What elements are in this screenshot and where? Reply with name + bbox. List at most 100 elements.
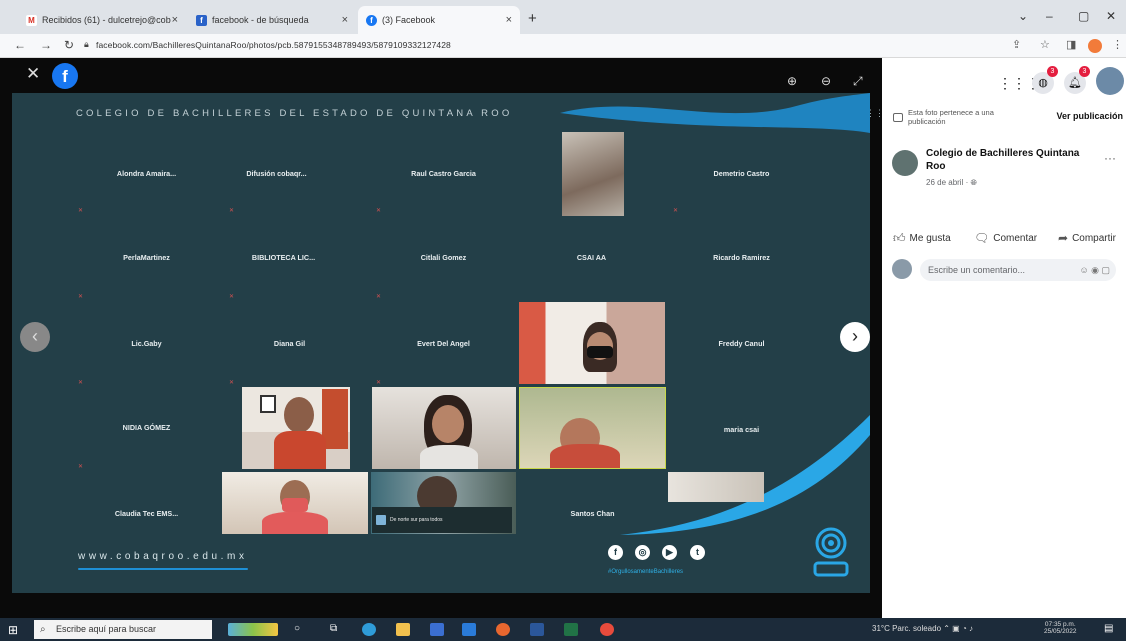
zoom-in-icon[interactable]: ⊕ bbox=[787, 74, 797, 88]
close-viewer-icon[interactable]: ✕ bbox=[26, 64, 40, 84]
url-field[interactable]: facebook.com/BachilleresQuintanaRoo/phot… bbox=[96, 40, 451, 50]
system-clock[interactable]: 07:35 p.m. 25/05/2022 bbox=[1044, 621, 1077, 635]
mic-off-icon: ✕ bbox=[673, 208, 679, 214]
windows-start-icon[interactable]: ⊞ bbox=[8, 623, 18, 637]
taskbar-search-input[interactable]: ⌕ Escribe aquí para buscar bbox=[34, 620, 212, 639]
forward-icon[interactable]: → bbox=[40, 38, 52, 52]
close-icon[interactable]: × bbox=[172, 14, 178, 26]
globe-icon: 🌐︎ bbox=[970, 178, 977, 187]
menu-dots-icon[interactable]: ⋮ bbox=[1112, 38, 1123, 51]
comment-button[interactable]: 🗨︎ Comentar bbox=[974, 231, 1037, 245]
facebook-icon: f bbox=[608, 545, 623, 560]
mic-off-icon: ✕ bbox=[229, 208, 235, 214]
mic-off-icon: ✕ bbox=[78, 380, 84, 386]
post-date-text: 26 de abril · bbox=[926, 178, 969, 187]
tab-facebook[interactable]: f (3) Facebook × bbox=[358, 6, 520, 34]
back-icon[interactable]: ← bbox=[14, 38, 26, 52]
edge-icon[interactable] bbox=[362, 623, 376, 636]
next-photo-button[interactable]: › bbox=[840, 322, 870, 352]
minimize-button[interactable]: – bbox=[1046, 9, 1053, 23]
tab-search[interactable]: f facebook - de búsqueda × bbox=[188, 6, 356, 34]
weather-status[interactable]: 31°C Parc. soleado ⌃ ▣ ◔ ♪ bbox=[872, 624, 973, 633]
post-date[interactable]: 26 de abril · 🌐︎ bbox=[926, 178, 977, 188]
gmail-icon: M bbox=[26, 14, 37, 26]
cortana-icon[interactable]: ○ bbox=[294, 623, 308, 636]
participant-name: Demetrio Castro bbox=[713, 169, 770, 178]
sidepanel-icon[interactable]: ◨ bbox=[1066, 38, 1076, 51]
close-icon[interactable]: × bbox=[506, 14, 512, 26]
share-arrow-icon: ➦ bbox=[1058, 231, 1069, 245]
participant-name: Ricardo Ramirez bbox=[713, 253, 770, 262]
facebook-logo-icon[interactable]: f bbox=[52, 63, 78, 89]
previous-photo-button[interactable]: ‹ bbox=[20, 322, 50, 352]
weather-text: 31°C Parc. soleado bbox=[872, 624, 942, 633]
tab-gmail[interactable]: M Recibidos (61) - dulcetrejo@cob × bbox=[18, 6, 186, 34]
notification-badge: 3 bbox=[1079, 66, 1090, 77]
participant-video bbox=[519, 387, 666, 469]
system-tray-icons[interactable]: ⌃ ▣ ◔ ♪ bbox=[943, 624, 973, 633]
caption-bar: De norte sur para todos bbox=[372, 507, 512, 533]
browser-tab-bar: M Recibidos (61) - dulcetrejo@cob × f fa… bbox=[0, 0, 1126, 34]
hashtag-text: #OrgullosamenteBachilleres bbox=[608, 569, 684, 575]
file-explorer-icon[interactable] bbox=[396, 623, 410, 636]
reload-icon[interactable]: ↻ bbox=[64, 38, 74, 52]
zoom-out-icon[interactable]: ⊖ bbox=[821, 74, 831, 88]
chevron-down-icon[interactable]: ⌄ bbox=[1018, 9, 1028, 23]
like-button[interactable]: 👍︎ Me gusta bbox=[893, 231, 951, 246]
comment-label: Comentar bbox=[993, 232, 1038, 244]
close-icon[interactable]: × bbox=[342, 14, 348, 26]
mic-off-icon: ✕ bbox=[376, 380, 382, 386]
new-tab-button[interactable]: + bbox=[528, 10, 537, 27]
participant-name: maria csai bbox=[723, 425, 760, 434]
share-icon[interactable]: ⇪ bbox=[1012, 38, 1021, 51]
participant-name: BIBLIOTECA LIC... bbox=[251, 253, 316, 262]
mic-off-icon: ✕ bbox=[229, 380, 235, 386]
participant-name: Diana Gil bbox=[273, 339, 306, 348]
mail-icon[interactable] bbox=[462, 623, 476, 636]
windows-taskbar: ⊞ ⌕ Escribe aquí para buscar ○ ⧉ 31°C Pa… bbox=[0, 618, 1126, 641]
photo-album-icon bbox=[893, 113, 903, 122]
post-notice: Esta foto pertenece a una publicación Ve… bbox=[893, 108, 1123, 134]
fullscreen-icon[interactable]: ⤢ bbox=[853, 74, 863, 89]
weather-widget-icon[interactable] bbox=[228, 623, 278, 636]
maximize-button[interactable]: ▢ bbox=[1078, 9, 1089, 23]
post-note-text: Esta foto pertenece a una publicación bbox=[908, 108, 994, 126]
view-post-link[interactable]: Ver publicación bbox=[1056, 111, 1123, 121]
clock-time: 07:35 p.m. bbox=[1044, 621, 1076, 628]
participant-name: Citlali Gomez bbox=[420, 253, 467, 262]
star-icon[interactable]: ☆ bbox=[1040, 38, 1050, 51]
participant-name: Freddy Canul bbox=[718, 339, 765, 348]
clock-date: 25/05/2022 bbox=[1044, 628, 1077, 636]
excel-icon[interactable] bbox=[564, 623, 578, 636]
participant-video bbox=[562, 132, 624, 216]
chrome-icon[interactable] bbox=[600, 623, 614, 636]
caption-text: De norte sur para todos bbox=[390, 517, 443, 523]
mic-off-icon: ✕ bbox=[376, 294, 382, 300]
page-avatar[interactable] bbox=[892, 150, 918, 176]
comment-tools-icons[interactable]: ☺ ◉ ▢ bbox=[1079, 259, 1110, 281]
task-view-icon[interactable]: ⧉ bbox=[330, 623, 344, 636]
mic-off-icon: ✕ bbox=[78, 208, 84, 214]
page-name-link[interactable]: Colegio de Bachilleres Quintana Roo bbox=[926, 148, 1086, 173]
close-window-button[interactable]: ✕ bbox=[1106, 9, 1116, 23]
user-avatar[interactable] bbox=[1096, 67, 1124, 95]
search-favicon: f bbox=[196, 14, 207, 26]
firefox-icon[interactable] bbox=[496, 623, 510, 636]
more-options-icon[interactable]: ··· bbox=[1104, 151, 1116, 165]
share-label: Compartir bbox=[1072, 232, 1116, 244]
tab-label: facebook - de búsqueda bbox=[212, 15, 309, 25]
word-icon[interactable] bbox=[530, 623, 544, 636]
notification-badge: 3 bbox=[1047, 66, 1058, 77]
menu-grid-icon[interactable]: ⋮⋮⋮ bbox=[998, 72, 1040, 94]
profile-avatar[interactable] bbox=[1088, 39, 1102, 53]
notifications-icon[interactable]: ▤ bbox=[1104, 623, 1118, 636]
participant-name: Lic.Gaby bbox=[131, 339, 162, 348]
comment-placeholder: Escribe un comentario... bbox=[928, 265, 1026, 275]
share-button[interactable]: ➦ Compartir bbox=[1058, 231, 1116, 245]
comment-input[interactable]: Escribe un comentario... ☺ ◉ ▢ bbox=[920, 259, 1116, 281]
participant-name: Claudia Tec EMS... bbox=[114, 509, 179, 518]
store-icon[interactable] bbox=[430, 623, 444, 636]
youtube-icon: ▶ bbox=[662, 545, 677, 560]
slide-title: COLEGIO DE BACHILLERES DEL ESTADO DE QUI… bbox=[76, 108, 513, 119]
participant-name: Alondra Amaira... bbox=[116, 169, 177, 178]
